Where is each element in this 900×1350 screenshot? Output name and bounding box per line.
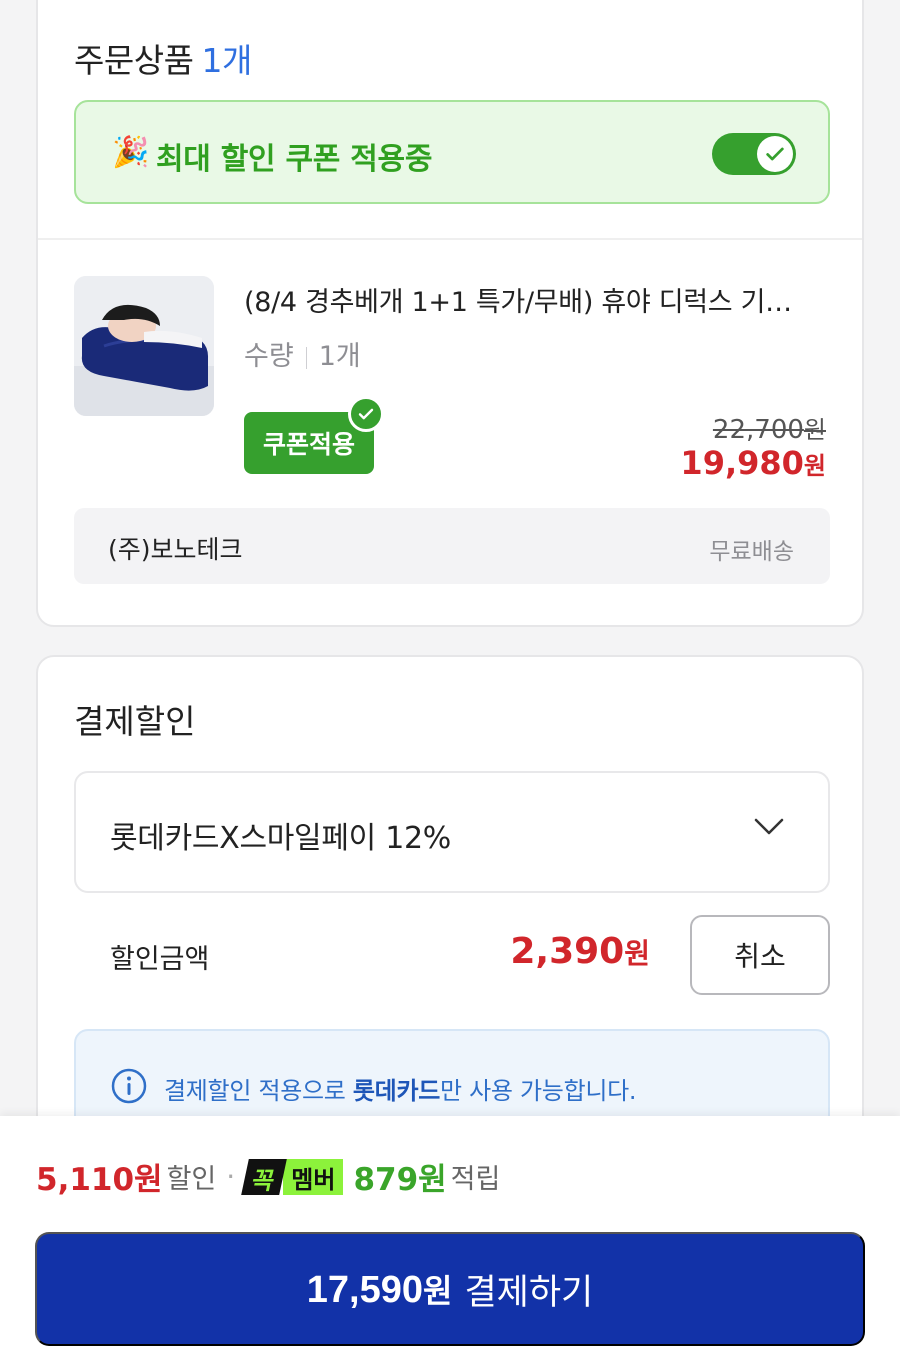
cancel-discount-button[interactable]: 취소 <box>690 915 830 995</box>
order-section-title: 주문상품 1개 <box>74 34 252 82</box>
discount-amount: 2,390원 <box>510 931 650 972</box>
card-discount-select[interactable]: 롯데카드X스마일페이 12% <box>74 771 830 893</box>
reward-points: 879원 <box>353 1162 447 1198</box>
discount-label: 할인 <box>166 1164 217 1195</box>
info-icon <box>111 1068 147 1104</box>
pay-button[interactable]: 17,590원 결제하기 <box>35 1232 865 1346</box>
check-icon <box>766 147 784 161</box>
member-logo: 꼭 멤버 <box>241 1158 344 1195</box>
benefit-summary: 5,110원 할인 · 꼭 멤버 879원 적립 <box>36 1154 500 1199</box>
selected-card-discount: 롯데카드X스마일페이 12% <box>110 821 451 856</box>
party-popper-icon: 🎉 <box>112 135 150 170</box>
quantity-label: 수량 <box>244 341 294 372</box>
quantity-value: 1개 <box>318 341 361 372</box>
discount-info-text: 결제할인 적용으로 롯데카드만 사용 가능합니다. <box>164 1077 637 1105</box>
max-coupon-bar: 🎉 최대 할인 쿠폰 적용중 <box>74 100 830 204</box>
quantity-row: 수량 1개 <box>244 334 361 373</box>
original-price: 22,700원 <box>712 415 826 445</box>
chevron-down-icon <box>754 818 784 835</box>
order-products-card: 주문상품 1개 🎉 최대 할인 쿠폰 적용중 (8/4 경추베개 1+1 특가/… <box>36 0 864 627</box>
sale-price: 19,980원 <box>680 444 826 482</box>
toggle-knob <box>757 136 793 172</box>
coupon-toggle[interactable] <box>712 133 796 175</box>
badge-check-icon <box>348 396 384 432</box>
seller-name: (주)보노테크 <box>108 535 243 564</box>
max-coupon-label: 최대 할인 쿠폰 적용중 <box>156 142 433 177</box>
points-label: 적립 <box>450 1164 501 1195</box>
bottom-payment-bar: 5,110원 할인 · 꼭 멤버 879원 적립 17,590원 결제하기 <box>0 1116 900 1350</box>
separator-dot: · <box>226 1160 236 1193</box>
quantity-separator <box>305 346 307 369</box>
divider <box>38 238 862 240</box>
product-name[interactable]: (8/4 경추베개 1+1 특가/무배) 휴야 디럭스 기… <box>244 280 824 319</box>
order-title-text: 주문상품 <box>74 41 194 80</box>
pay-amount: 17,590 <box>306 1269 423 1311</box>
order-count: 1개 <box>201 41 252 80</box>
pay-label: 결제하기 <box>464 1272 594 1312</box>
total-discount: 5,110원 <box>36 1162 163 1198</box>
checkout-page: 주문상품 1개 🎉 최대 할인 쿠폰 적용중 (8/4 경추베개 1+1 특가/… <box>0 0 900 1350</box>
seller-bar: (주)보노테크 무료배송 <box>74 508 830 584</box>
discount-amount-label: 할인금액 <box>110 944 210 975</box>
product-thumbnail[interactable] <box>74 276 214 416</box>
payment-discount-title: 결제할인 <box>74 702 196 741</box>
shipping-info: 무료배송 <box>709 539 794 565</box>
